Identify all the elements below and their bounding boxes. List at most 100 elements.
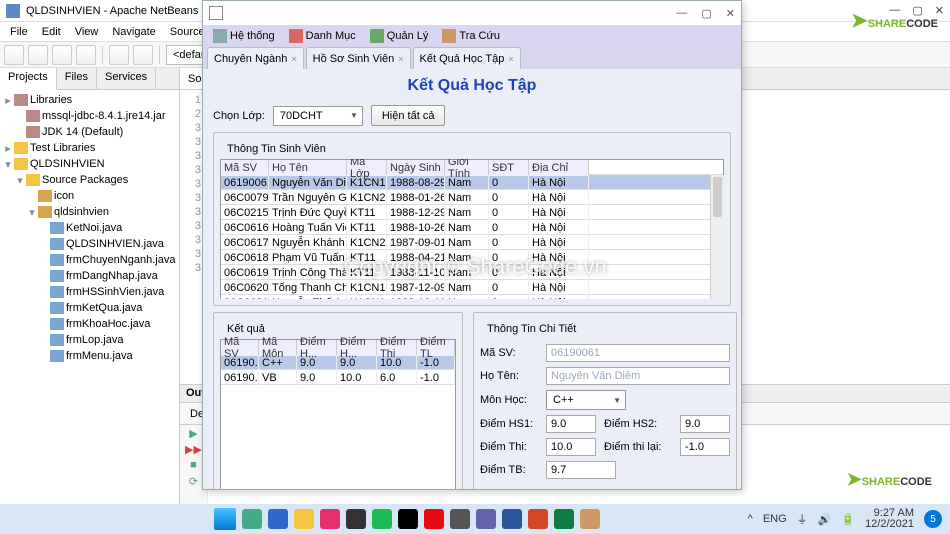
app-menu-item[interactable]: Quản Lý [364, 27, 435, 45]
app-maximize-icon[interactable]: ▢ [701, 7, 711, 20]
chon-lop-label: Chọn Lớp: [213, 110, 265, 122]
tray-badge[interactable]: 5 [924, 510, 942, 528]
netbeans-icon [6, 4, 20, 18]
table-row[interactable]: 06C0621Nguyễn Thế AnhK1CN11988-10-11Nam0… [221, 295, 723, 299]
windows-taskbar[interactable]: ^ ENG ⏚ 🔊 🔋 9:27 AM 12/2/2021 5 [0, 504, 950, 534]
hoten-field[interactable] [546, 367, 730, 385]
tree-node[interactable]: frmChuyenNganh.java [2, 252, 177, 268]
task-icon[interactable] [346, 509, 366, 529]
table-row[interactable]: 06C0215Trịnh Đức QuyềnKT111988-12-29Nam0… [221, 205, 723, 220]
app-tab[interactable]: Chuyên Ngành× [207, 47, 304, 69]
monhoc-combo[interactable]: C++ [546, 390, 626, 410]
table-row[interactable]: 06190...C++9.09.010.0-1.0 [221, 355, 455, 370]
task-icon[interactable] [424, 509, 444, 529]
sinh-vien-table[interactable]: Mã SVHọ TênMã LớpNgày SinhGiới TínhSĐTĐị… [220, 159, 724, 299]
app-minimize-icon[interactable]: — [676, 7, 687, 20]
open-button[interactable] [52, 45, 72, 65]
undo-button[interactable] [109, 45, 129, 65]
task-icon[interactable] [528, 509, 548, 529]
app-icon [209, 6, 223, 20]
hs2-field[interactable] [680, 415, 730, 433]
tree-node[interactable]: frmHSSinhVien.java [2, 284, 177, 300]
table-row[interactable]: 06C0079Trần Nguyên Gi...K1CN21988-01-26N… [221, 190, 723, 205]
task-icon[interactable] [242, 509, 262, 529]
redo-button[interactable] [133, 45, 153, 65]
app-close-icon[interactable]: ✕ [726, 7, 735, 20]
tree-node[interactable]: frmLop.java [2, 332, 177, 348]
tree-node[interactable]: frmKetQua.java [2, 300, 177, 316]
start-button[interactable] [214, 508, 236, 530]
app-menubar[interactable]: Hệ thốngDanh MụcQuản LýTra Cứu [203, 25, 741, 47]
table-row[interactable]: 06C0619Trịnh Công Thà...KT111988-11-10Na… [221, 265, 723, 280]
tree-node[interactable]: QLDSINHVIEN.java [2, 236, 177, 252]
tree-node[interactable]: ▸Test Libraries [2, 140, 177, 156]
sv-scrollbar[interactable] [710, 175, 724, 299]
diemthi-field[interactable] [546, 438, 596, 456]
menu-item[interactable]: Navigate [106, 24, 161, 40]
app-tabs[interactable]: Chuyên Ngành×Hồ Sơ Sinh Viên×Kết Quả Học… [203, 47, 741, 69]
table-row[interactable]: 06C0618Phạm Vũ TuấnKT111988-04-21Nam0Hà … [221, 250, 723, 265]
tree-node[interactable]: ▸Libraries [2, 92, 177, 108]
app-menu-item[interactable]: Tra Cứu [436, 27, 506, 45]
hien-tat-ca-button[interactable]: Hiện tất cả [371, 105, 446, 126]
tray-date: 12/2/2021 [865, 519, 914, 530]
tree-node[interactable]: icon [2, 188, 177, 204]
app-titlebar: — ▢ ✕ [203, 1, 741, 25]
side-tab[interactable]: Projects [0, 68, 57, 90]
table-row[interactable]: 06C0620Tống Thanh Ch...K1CN11987-12-09Na… [221, 280, 723, 295]
app-tab[interactable]: Kết Quả Học Tập× [413, 47, 521, 69]
task-icon[interactable] [398, 509, 418, 529]
masv-field[interactable] [546, 344, 730, 362]
watermark-logo: ➤SHARECODE [851, 8, 938, 33]
tree-node[interactable]: JDK 14 (Default) [2, 124, 177, 140]
new-file-button[interactable] [4, 45, 24, 65]
tree-node[interactable]: ▾qldsinhvien [2, 204, 177, 220]
diemthilai-field[interactable] [680, 438, 730, 456]
app-tab[interactable]: Hồ Sơ Sinh Viên× [306, 47, 411, 69]
watermark-logo-2: ➤SHARECODE [847, 469, 932, 490]
app-window: — ▢ ✕ Hệ thốngDanh MụcQuản LýTra Cứu Chu… [202, 0, 742, 490]
task-icon[interactable] [372, 509, 392, 529]
task-icon[interactable] [554, 509, 574, 529]
side-tab[interactable]: Files [57, 68, 97, 89]
task-icon[interactable] [502, 509, 522, 529]
diemtb-field[interactable] [546, 461, 616, 479]
tray-chevron-icon[interactable]: ^ [748, 513, 753, 525]
task-icon[interactable] [580, 509, 600, 529]
ket-qua-table[interactable]: Mã SVMã MônĐiểm H...Điểm H...Điểm ThiĐiể… [220, 339, 456, 489]
table-row[interactable]: 06C0617Nguyễn Khánh ...K1CN21987-09-01Na… [221, 235, 723, 250]
table-row[interactable]: 06C0616Hoàng Tuấn ViệtKT111988-10-26Nam0… [221, 220, 723, 235]
tree-node[interactable]: ▾QLDSINHVIEN [2, 156, 177, 172]
table-row[interactable]: 06190...VB9.010.06.0-1.0 [221, 370, 455, 385]
task-icon[interactable] [450, 509, 470, 529]
tree-node[interactable]: ▾Source Packages [2, 172, 177, 188]
app-menu-item[interactable]: Hệ thống [207, 27, 281, 45]
tray-lang[interactable]: ENG [763, 513, 787, 525]
tree-node[interactable]: frmKhoaHoc.java [2, 316, 177, 332]
project-tree[interactable]: ▸Librariesmssql-jdbc-8.4.1.jre14.jarJDK … [0, 90, 179, 514]
project-pane-tabs[interactable]: ProjectsFilesServices [0, 68, 179, 90]
task-icon[interactable] [320, 509, 340, 529]
table-row[interactable]: 06190061Nguyễn Văn Di...K1CN11988-08-29N… [221, 175, 723, 190]
task-icon[interactable] [476, 509, 496, 529]
tree-node[interactable]: frmMenu.java [2, 348, 177, 364]
system-tray[interactable]: ^ ENG ⏚ 🔊 🔋 9:27 AM 12/2/2021 5 [748, 508, 942, 530]
menu-item[interactable]: View [69, 24, 105, 40]
menu-item[interactable]: Edit [36, 24, 67, 40]
app-menu-item[interactable]: Danh Mục [283, 27, 362, 45]
save-button[interactable] [76, 45, 96, 65]
new-project-button[interactable] [28, 45, 48, 65]
hs1-field[interactable] [546, 415, 596, 433]
wifi-icon[interactable]: ⏚ [797, 511, 808, 527]
tree-node[interactable]: KetNoi.java [2, 220, 177, 236]
side-tab[interactable]: Services [97, 68, 156, 89]
menu-item[interactable]: File [4, 24, 34, 40]
chon-lop-combo[interactable]: 70DCHT [273, 106, 363, 126]
tree-node[interactable]: mssql-jdbc-8.4.1.jre14.jar [2, 108, 177, 124]
task-icon[interactable] [294, 509, 314, 529]
battery-icon[interactable]: 🔋 [841, 513, 855, 526]
volume-icon[interactable]: 🔊 [818, 513, 832, 526]
task-icon[interactable] [268, 509, 288, 529]
detail-panel-title: Thông Tin Chi Tiết [484, 323, 579, 335]
tree-node[interactable]: frmDangNhap.java [2, 268, 177, 284]
